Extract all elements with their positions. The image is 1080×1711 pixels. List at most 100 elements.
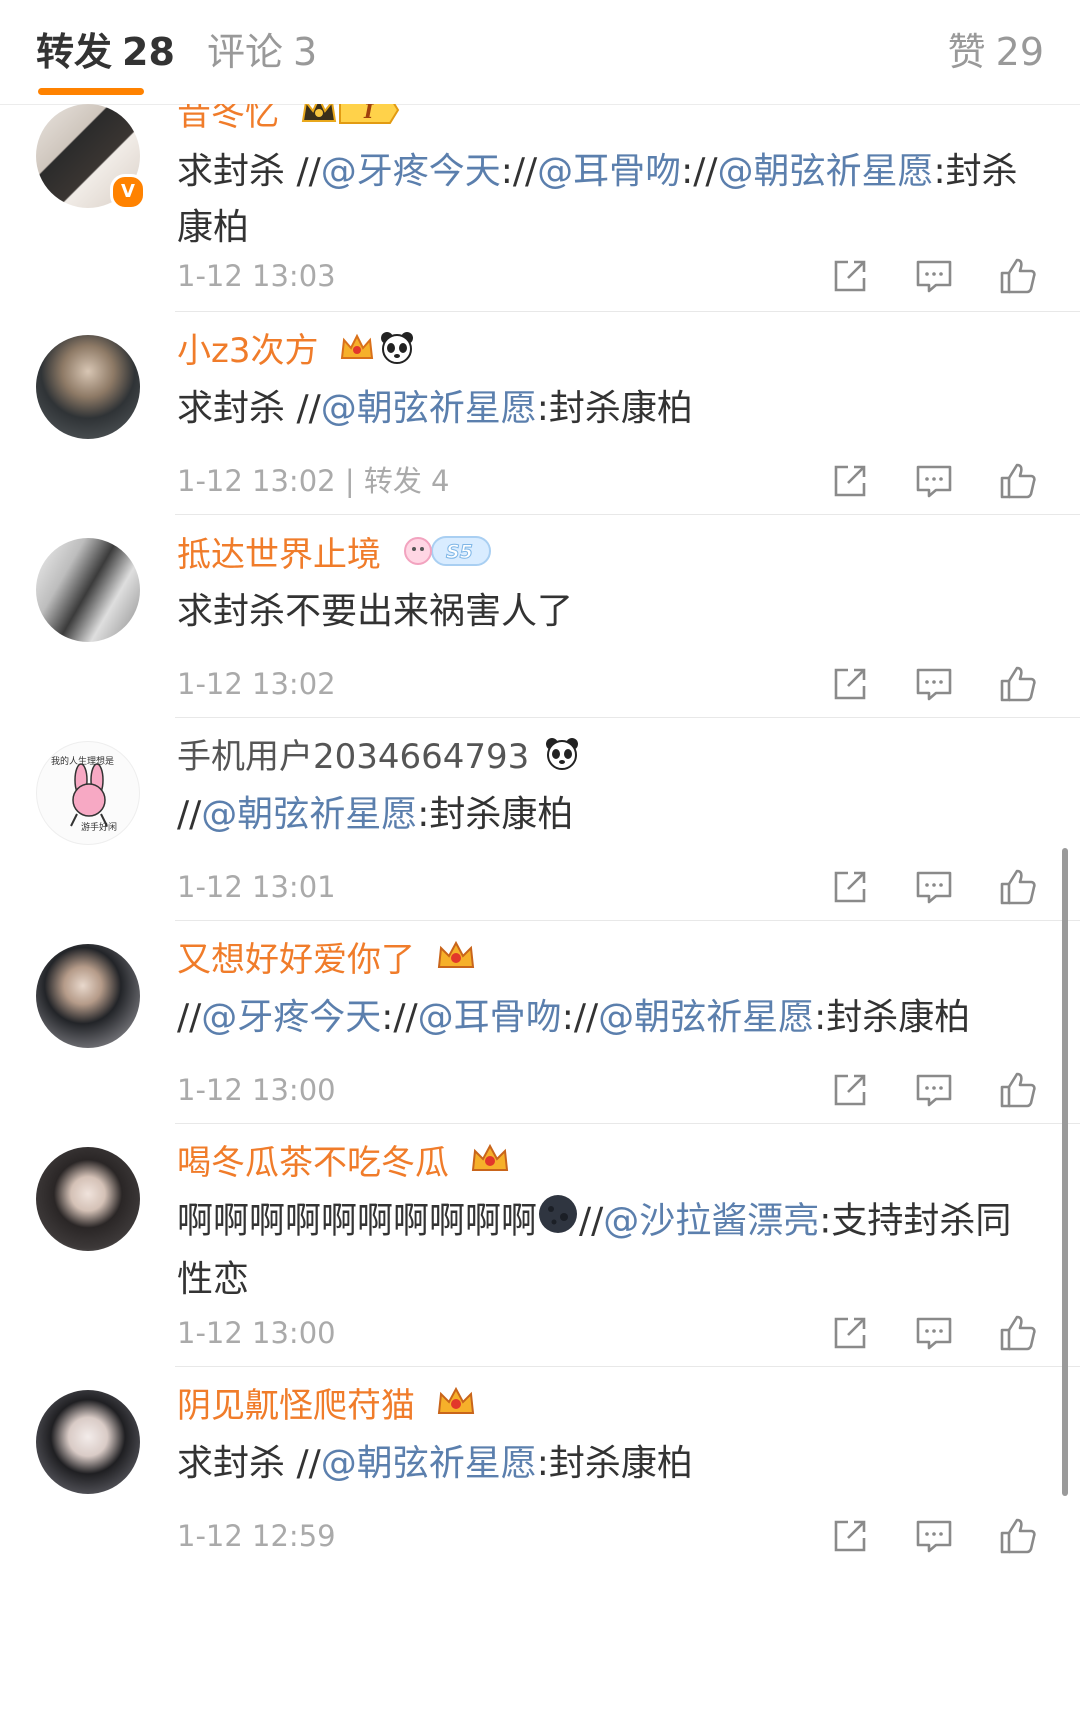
repost-content: 求封杀 //@牙疼今天://@耳骨吻://@朝弦祈星愿:封杀康柏 (177, 144, 1027, 256)
divider (175, 514, 1080, 515)
like-button[interactable] (996, 1514, 1040, 1558)
like-button[interactable] (996, 1068, 1040, 1112)
content-text: 啊啊啊啊啊啊啊啊啊啊 (177, 1200, 538, 1242)
meta-separator: | (344, 464, 364, 498)
svg-text:游手好闲: 游手好闲 (81, 821, 117, 833)
like-button[interactable] (996, 662, 1040, 706)
repost-meta: 1-12 13:02 (177, 664, 336, 704)
new-moon-emoji-icon (537, 1193, 579, 1252)
mention-link[interactable]: @朝弦祈星愿 (321, 1443, 537, 1484)
crown-icon (436, 939, 476, 984)
mention-link[interactable]: @朝弦祈星愿 (201, 794, 417, 835)
level-badge-text: I (363, 104, 374, 123)
action-bar (828, 865, 1048, 909)
tab-reposts-label: 转发 (36, 30, 113, 74)
mention-link[interactable]: @朝弦祈星愿 (598, 997, 814, 1038)
timestamp: 1-12 13:02 (177, 667, 336, 701)
comment-button[interactable] (912, 662, 956, 706)
username-text: 又想好好爱你了 (177, 940, 415, 980)
avatar[interactable]: 我的人生理想是 游手好闲 (36, 741, 140, 845)
comment-button[interactable] (912, 1068, 956, 1112)
like-button[interactable] (996, 865, 1040, 909)
share-button[interactable] (828, 254, 872, 298)
comment-button[interactable] (912, 865, 956, 909)
content-text: :封杀康柏 (417, 794, 574, 835)
thumbs-up-icon (996, 463, 1040, 507)
content-text: :// (381, 997, 418, 1038)
share-button[interactable] (828, 459, 872, 503)
comment-icon (912, 871, 956, 913)
avatar[interactable] (36, 1390, 140, 1494)
share-icon (828, 1317, 872, 1359)
divider (175, 311, 1080, 312)
timestamp: 1-12 12:59 (177, 1519, 336, 1553)
username[interactable]: 小z3次方 (177, 329, 415, 375)
panda-icon (544, 736, 580, 781)
username[interactable]: 阴见鼿怪爬苻猫 (177, 1384, 476, 1430)
tab-reposts[interactable]: 转发 28 (36, 28, 175, 76)
action-bar (828, 1514, 1048, 1558)
share-button[interactable] (828, 1068, 872, 1112)
divider (175, 717, 1080, 718)
share-icon (828, 668, 872, 710)
timestamp: 1-12 13:03 (177, 259, 336, 293)
tab-likes[interactable]: 赞 29 (948, 28, 1044, 76)
avatar[interactable] (36, 944, 140, 1048)
mention-link[interactable]: @朝弦祈星愿 (321, 388, 537, 429)
content-text: :封杀康柏 (814, 997, 971, 1038)
comment-button[interactable] (912, 1514, 956, 1558)
scrollbar[interactable] (1062, 848, 1068, 1496)
timestamp: 1-12 13:00 (177, 1073, 336, 1107)
thumbs-up-icon (996, 258, 1040, 302)
mention-link[interactable]: @牙疼今天 (321, 151, 501, 192)
share-button[interactable] (828, 662, 872, 706)
content-text: :封杀康柏 (536, 1443, 693, 1484)
repost-count[interactable]: 转发 4 (364, 464, 450, 498)
username[interactable]: 喝冬瓜茶不吃冬瓜 (177, 1141, 510, 1187)
repost-content: //@朝弦祈星愿:封杀康柏 (177, 787, 1027, 843)
thumbs-up-icon (996, 1315, 1040, 1359)
username-text: 手机用户2034664793 (177, 737, 530, 777)
repost-content: //@牙疼今天://@耳骨吻://@朝弦祈星愿:封杀康柏 (177, 990, 1027, 1046)
action-bar (828, 1068, 1048, 1112)
repost-meta: 1-12 13:00 (177, 1313, 336, 1353)
content-text: // (579, 1200, 604, 1242)
mention-link[interactable]: @沙拉酱漂亮 (603, 1201, 819, 1242)
share-button[interactable] (828, 1311, 872, 1355)
timestamp: 1-12 13:00 (177, 1316, 336, 1350)
share-button[interactable] (828, 1514, 872, 1558)
like-button[interactable] (996, 1311, 1040, 1355)
avatar[interactable] (36, 335, 140, 439)
comment-icon (912, 260, 956, 302)
content-text: :// (500, 151, 538, 192)
repost-meta: 1-12 12:59 (177, 1516, 336, 1556)
like-button[interactable] (996, 254, 1040, 298)
like-button[interactable] (996, 459, 1040, 503)
username[interactable]: 抵达世界止境 S5 (177, 532, 494, 581)
comment-icon (912, 1317, 956, 1359)
username-text: 阴见鼿怪爬苻猫 (177, 1386, 415, 1426)
avatar[interactable] (36, 538, 140, 642)
timestamp: 1-12 13:01 (177, 870, 336, 904)
action-bar (828, 1311, 1048, 1355)
comment-button[interactable] (912, 254, 956, 298)
mention-link[interactable]: @朝弦祈星愿 (718, 151, 934, 192)
mention-link[interactable]: @耳骨吻 (418, 997, 562, 1038)
username[interactable]: 手机用户2034664793 (177, 735, 580, 781)
username[interactable]: 昔冬忆 I (177, 104, 400, 138)
comment-button[interactable] (912, 459, 956, 503)
content-text: :// (561, 997, 599, 1038)
divider (175, 1123, 1080, 1124)
tab-comments[interactable]: 评论 3 (207, 28, 317, 76)
share-icon (828, 260, 872, 302)
mention-link[interactable]: @牙疼今天 (201, 997, 381, 1038)
username[interactable]: 又想好好爱你了 (177, 938, 476, 984)
mention-link[interactable]: @耳骨吻 (537, 151, 681, 192)
share-icon (828, 1520, 872, 1562)
repost-meta: 1-12 13:01 (177, 867, 336, 907)
avatar[interactable] (36, 1147, 140, 1251)
tab-likes-count: 29 (995, 30, 1044, 74)
comment-icon (912, 1074, 956, 1116)
share-button[interactable] (828, 865, 872, 909)
comment-button[interactable] (912, 1311, 956, 1355)
